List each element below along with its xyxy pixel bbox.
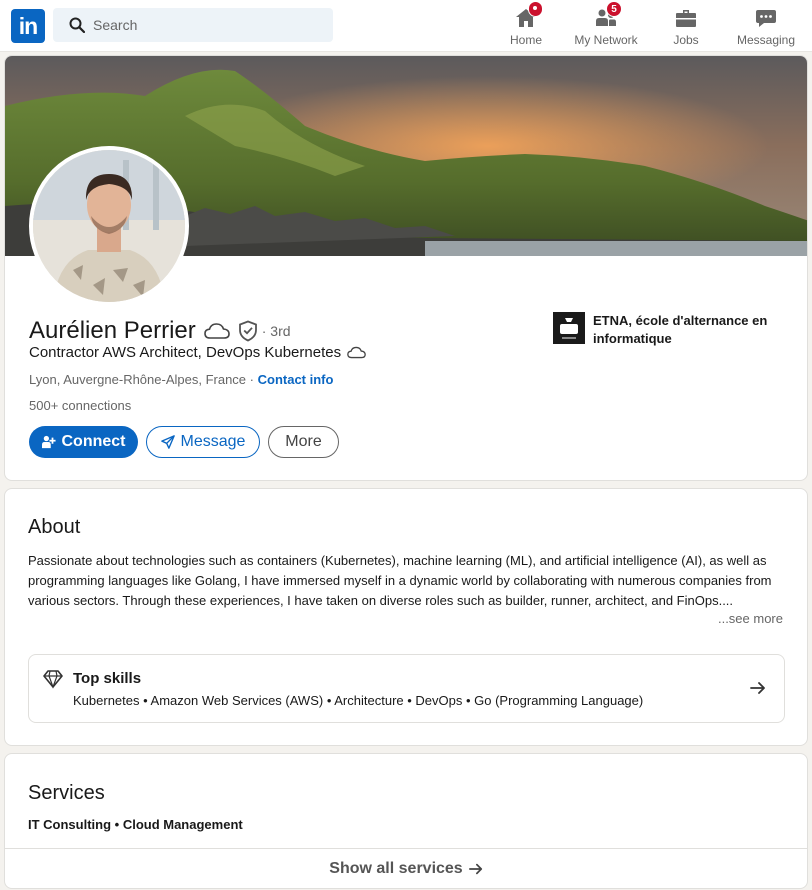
nav-messaging-label: Messaging — [736, 33, 796, 47]
message-label: Message — [180, 433, 246, 450]
name-row: Aurélien Perrier · 3rd — [29, 316, 291, 346]
contact-info-link[interactable]: Contact info — [258, 372, 334, 387]
connections-count[interactable]: 500+ connections — [29, 398, 131, 413]
top-skills-list: Kubernetes • Amazon Web Services (AWS) •… — [73, 693, 644, 708]
messaging-icon — [754, 6, 778, 30]
services-section: Services IT Consulting • Cloud Managemen… — [4, 753, 808, 889]
location-row: Lyon, Auvergne-Rhône-Alpes, France · Con… — [29, 372, 333, 387]
profile-headline: Contractor AWS Architect, DevOps Kuberne… — [29, 344, 342, 361]
profile-name: Aurélien Perrier — [29, 317, 196, 344]
connection-degree: · 3rd — [261, 323, 291, 339]
current-company[interactable]: ETNA, école d'alternance en informatique — [553, 312, 783, 348]
more-label: More — [285, 433, 322, 450]
add-person-icon — [41, 435, 56, 449]
notification-dot — [528, 1, 543, 17]
linkedin-logo[interactable]: in — [11, 9, 45, 43]
nav-my-network-label: My Network — [574, 33, 638, 47]
send-icon — [160, 435, 175, 449]
cloud-icon — [347, 346, 366, 359]
company-logo — [553, 312, 585, 344]
services-title: Services — [28, 782, 105, 804]
nav-jobs-label: Jobs — [673, 33, 699, 47]
about-section: About Passionate about technologies such… — [4, 488, 808, 746]
cloud-icon — [203, 323, 230, 339]
top-nav: in Home 5 My Network — [0, 0, 812, 52]
nav-home-label: Home — [509, 33, 542, 47]
verified-shield-icon[interactable] — [238, 320, 258, 342]
nav-messaging[interactable]: Messaging — [734, 2, 798, 50]
arrow-right-icon — [468, 863, 482, 875]
briefcase-icon — [674, 6, 698, 30]
connect-button[interactable]: Connect — [29, 426, 138, 458]
network-badge: 5 — [606, 1, 622, 17]
nav-my-network[interactable]: 5 My Network — [572, 1, 640, 50]
search-icon — [69, 17, 85, 33]
arrow-right-icon[interactable] — [750, 680, 766, 696]
network-icon: 5 — [594, 1, 622, 30]
company-name: ETNA, école d'alternance en informatique — [593, 313, 768, 346]
search-input[interactable] — [93, 8, 323, 42]
top-skills-box[interactable]: Top skills Kubernetes • Amazon Web Servi… — [28, 654, 785, 723]
profile-card: Aurélien Perrier · 3rd Contractor AWS Ar… — [4, 55, 808, 481]
search-bar[interactable] — [53, 8, 333, 42]
profile-avatar[interactable] — [29, 146, 189, 306]
profile-location: Lyon, Auvergne-Rhône-Alpes, France — [29, 372, 247, 387]
services-list: IT Consulting • Cloud Management — [28, 817, 243, 832]
nav-jobs[interactable]: Jobs — [666, 2, 706, 50]
location-separator: · — [246, 372, 258, 387]
show-all-services-label: Show all services — [329, 860, 463, 877]
top-skills-title: Top skills — [73, 670, 142, 687]
about-text: Passionate about technologies such as co… — [28, 553, 772, 608]
show-all-services-button[interactable]: Show all services — [5, 848, 807, 888]
see-more-link[interactable]: ...see more — [713, 611, 783, 626]
message-button[interactable]: Message — [146, 426, 260, 458]
nav-home[interactable]: Home — [506, 1, 546, 50]
more-button[interactable]: More — [268, 426, 339, 458]
connect-label: Connect — [61, 433, 126, 450]
about-title: About — [28, 516, 81, 538]
headline-row: Contractor AWS Architect, DevOps Kuberne… — [29, 344, 366, 361]
diamond-icon — [43, 670, 63, 689]
home-icon — [514, 1, 543, 30]
